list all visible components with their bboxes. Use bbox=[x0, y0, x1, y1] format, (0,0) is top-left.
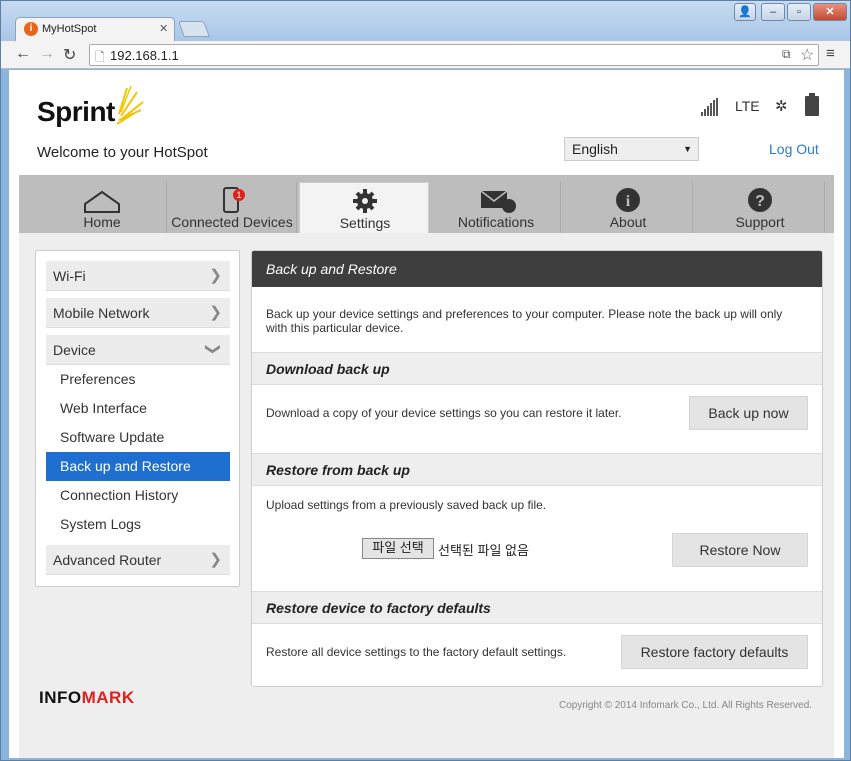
welcome-text: Welcome to your HotSpot bbox=[37, 144, 208, 161]
sidebar-item-advanced-router[interactable]: Advanced Router ❯ bbox=[46, 545, 230, 575]
profile-icon[interactable]: 👤 bbox=[734, 3, 756, 21]
chevron-right-icon: ❯ bbox=[209, 267, 222, 284]
sidebar-item-label: Wi-Fi bbox=[53, 268, 86, 284]
browser-window: i MyHotSpot ✕ 👤 – ▫ ✕ ← → ↻ 🗋 192.168.1.… bbox=[0, 0, 851, 761]
page: Sprint Welcome to your HotSpot LTE ✲ Eng… bbox=[9, 70, 844, 758]
restore-now-button[interactable]: Restore Now bbox=[672, 533, 808, 567]
back-arrow-icon[interactable]: ← bbox=[15, 45, 31, 63]
question-icon: ? bbox=[748, 188, 772, 212]
reload-icon[interactable]: ↻ bbox=[63, 45, 76, 65]
content-area: Wi-Fi ❯ Mobile Network ❯ Device ❯ Prefer… bbox=[19, 233, 834, 758]
sprint-logo: Sprint bbox=[37, 96, 115, 127]
infomark-logo: INFOMARK bbox=[39, 688, 135, 708]
sidebar: Wi-Fi ❯ Mobile Network ❯ Device ❯ Prefer… bbox=[35, 250, 240, 587]
signal-strength-icon bbox=[701, 98, 718, 116]
tab-settings[interactable]: Settings bbox=[299, 182, 429, 233]
new-tab-button[interactable] bbox=[178, 21, 210, 37]
tab-label: Notifications bbox=[457, 214, 535, 230]
sidebar-item-mobile-network[interactable]: Mobile Network ❯ bbox=[46, 298, 230, 328]
tab-title: MyHotSpot bbox=[42, 23, 97, 35]
tab-support[interactable]: ? Support bbox=[695, 182, 825, 233]
close-window-button[interactable]: ✕ bbox=[813, 3, 847, 21]
no-file-text: 선택된 파일 없음 bbox=[438, 543, 529, 558]
favicon-icon: i bbox=[24, 22, 38, 36]
intro-text: Back up your device settings and prefere… bbox=[266, 307, 783, 335]
sidebar-sub-backup-restore[interactable]: Back up and Restore bbox=[46, 452, 230, 481]
forward-arrow-icon[interactable]: → bbox=[39, 45, 55, 63]
sidebar-sub-software-update[interactable]: Software Update bbox=[46, 423, 230, 452]
chevron-down-icon: ❯ bbox=[204, 342, 222, 356]
tab-notifications[interactable]: Notifications bbox=[431, 182, 561, 233]
sidebar-sub-connection-history[interactable]: Connection History bbox=[46, 481, 230, 510]
section-restore-heading: Restore from back up bbox=[252, 453, 822, 486]
minimize-button[interactable]: – bbox=[761, 3, 785, 21]
logo-text: INFO bbox=[39, 688, 82, 707]
browser-tab[interactable]: i MyHotSpot ✕ bbox=[15, 17, 175, 41]
sprint-rays-icon bbox=[116, 85, 144, 125]
maximize-button[interactable]: ▫ bbox=[787, 3, 811, 21]
sidebar-item-label: Mobile Network bbox=[53, 305, 150, 321]
chevron-right-icon: ❯ bbox=[209, 304, 222, 321]
chevron-right-icon: ❯ bbox=[209, 551, 222, 568]
sidebar-sub-system-logs[interactable]: System Logs bbox=[46, 510, 230, 539]
browser-toolbar: ← → ↻ 🗋 192.168.1.1 ⧉ ☆ ≡ bbox=[1, 41, 850, 69]
main-panel: Back up and Restore Back up your device … bbox=[251, 250, 823, 687]
language-select[interactable]: English ▼ bbox=[564, 137, 699, 161]
copyright-text: Copyright © 2014 Infomark Co., Ltd. All … bbox=[559, 700, 813, 711]
language-value: English bbox=[572, 141, 618, 157]
logout-link[interactable]: Log Out bbox=[769, 141, 819, 157]
section-factory-heading: Restore device to factory defaults bbox=[252, 591, 822, 624]
envelope-icon bbox=[480, 190, 516, 213]
bookmark-star-icon[interactable]: ☆ bbox=[800, 45, 814, 65]
tab-label: Settings bbox=[339, 215, 391, 231]
sidebar-sub-preferences[interactable]: Preferences bbox=[46, 365, 230, 394]
tab-about[interactable]: i About bbox=[563, 182, 693, 233]
close-tab-icon[interactable]: ✕ bbox=[159, 22, 168, 35]
notification-badge: 1 bbox=[236, 190, 241, 200]
backup-now-button[interactable]: Back up now bbox=[689, 396, 808, 430]
sidebar-sub-web-interface[interactable]: Web Interface bbox=[46, 394, 230, 423]
header: Sprint Welcome to your HotSpot LTE ✲ Eng… bbox=[19, 70, 834, 175]
logo-text-red: MARK bbox=[81, 688, 135, 707]
address-bar[interactable]: 🗋 192.168.1.1 ⧉ ☆ bbox=[89, 44, 819, 66]
sidebar-item-wifi[interactable]: Wi-Fi ❯ bbox=[46, 261, 230, 291]
svg-text:i: i bbox=[626, 193, 631, 210]
sidebar-item-device[interactable]: Device ❯ bbox=[46, 335, 230, 365]
factory-text: Restore all device settings to the facto… bbox=[266, 645, 567, 659]
page-icon: 🗋 bbox=[95, 50, 105, 64]
sidebar-item-label: Device bbox=[53, 342, 96, 358]
tab-home[interactable]: Home bbox=[37, 182, 167, 233]
loading-spinner-icon: ✲ bbox=[775, 98, 788, 115]
svg-text:?: ? bbox=[755, 193, 765, 210]
tab-label: Home bbox=[83, 214, 121, 230]
choose-file-button[interactable]: 파일 선택 bbox=[362, 538, 434, 559]
url-text: 192.168.1.1 bbox=[110, 48, 179, 63]
dropdown-arrow-icon: ▼ bbox=[683, 144, 692, 154]
tab-label: Connected Devices bbox=[171, 214, 293, 230]
section-download-heading: Download back up bbox=[252, 352, 822, 385]
main-nav: Home 1 Connected Devices Settings Notifi… bbox=[19, 175, 834, 233]
phone-icon: 1 bbox=[223, 187, 245, 213]
panel-title: Back up and Restore bbox=[252, 251, 822, 287]
restore-text: Upload settings from a previously saved … bbox=[266, 498, 547, 512]
home-icon bbox=[84, 190, 120, 213]
translate-icon[interactable]: ⧉ bbox=[782, 47, 791, 62]
info-icon: i bbox=[616, 188, 640, 212]
tab-label: About bbox=[609, 214, 647, 230]
network-type: LTE bbox=[735, 98, 760, 114]
sidebar-item-label: Advanced Router bbox=[53, 552, 162, 568]
tab-connected-devices[interactable]: 1 Connected Devices bbox=[167, 182, 297, 233]
tab-label: Support bbox=[735, 214, 785, 230]
menu-icon[interactable]: ≡ bbox=[826, 45, 835, 62]
download-text: Download a copy of your device settings … bbox=[266, 406, 622, 420]
gear-icon bbox=[353, 189, 377, 213]
title-bar: i MyHotSpot ✕ 👤 – ▫ ✕ bbox=[1, 1, 850, 41]
restore-factory-defaults-button[interactable]: Restore factory defaults bbox=[621, 635, 808, 669]
battery-icon bbox=[805, 93, 819, 116]
